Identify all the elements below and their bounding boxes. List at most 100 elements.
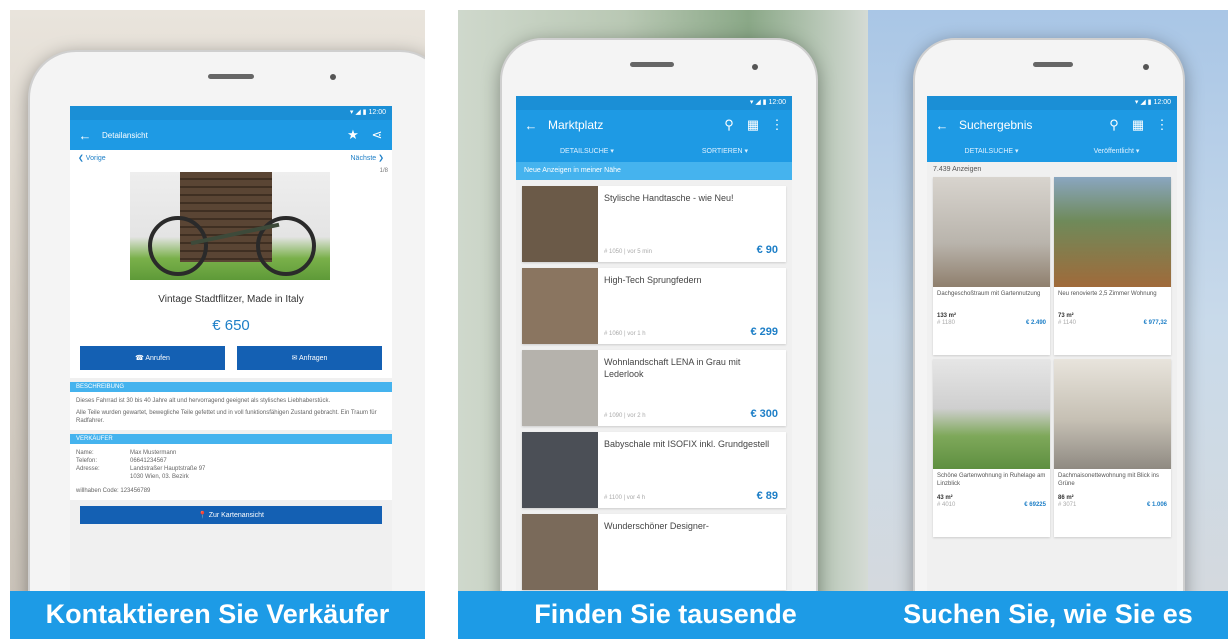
caption: Finden Sie tausende: [458, 591, 873, 639]
status-bar: ▾ ◢ ▮ 12:00: [516, 96, 792, 110]
back-arrow-icon[interactable]: ←: [935, 118, 949, 133]
tab-detail-search[interactable]: DETAILSUCHE ▾: [560, 147, 614, 155]
camera-dot: [752, 64, 758, 70]
item-title: Dachgeschoßtraum mit Gartennutzung: [937, 291, 1041, 297]
item-price: € 89: [756, 490, 778, 502]
screenshot-collage: ▾ ◢ ▮ 12:00 ← Detailansicht ★ ⋖ ❮ Vorige…: [0, 0, 1230, 639]
photo-counter: 1/8: [379, 168, 388, 174]
item-thumbnail: [1054, 359, 1171, 469]
item-price: € 90: [756, 244, 778, 256]
item-meta: # 1060 | vor 1 h: [604, 331, 646, 337]
description-paragraph: Dieses Fahrrad ist 30 bis 40 Jahre alt u…: [76, 398, 331, 404]
item-meta: # 4010: [937, 502, 956, 508]
overflow-menu-icon[interactable]: ⋮: [770, 117, 784, 133]
item-title: Neu renovierte 2,5 Zimmer Wohnung: [1058, 291, 1157, 297]
seller-value: 1030 Wien, 03. Bezirk: [130, 474, 189, 480]
item-thumbnail: [522, 186, 598, 262]
tab-detail-search[interactable]: DETAILSUCHE ▾: [965, 147, 1019, 155]
phone-device: ▾ ◢ ▮ 12:00 ← Marktplatz ⚲ ▦ ⋮ DETAILSUC…: [500, 38, 818, 639]
list-screen: ▾ ◢ ▮ 12:00 ← Marktplatz ⚲ ▦ ⋮ DETAILSUC…: [516, 96, 792, 639]
search-icon[interactable]: ⚲: [722, 117, 736, 133]
listing-price: € 650: [70, 311, 392, 344]
next-link[interactable]: Nächste ❯: [351, 154, 385, 162]
seller-info: Name: Max Mustermann Telefon: 06641234567 …: [70, 444, 392, 500]
app-toolbar: ← Detailansicht ★ ⋖: [70, 120, 392, 150]
item-price: € 1.006: [1146, 502, 1167, 508]
status-bar: ▾ ◢ ▮ 12:00: [927, 96, 1177, 110]
grid-view-icon[interactable]: ▦: [746, 117, 760, 133]
filter-tabs: DETAILSUCHE ▾ SORTIEREN ▾: [516, 140, 792, 162]
app-toolbar: ← Marktplatz ⚲ ▦ ⋮: [516, 110, 792, 140]
speaker-grille: [630, 62, 674, 67]
nearby-hint[interactable]: Neue Anzeigen in meiner Nähe: [516, 162, 792, 180]
item-price: € 300: [750, 408, 778, 420]
bicycle-wheel: [148, 216, 208, 276]
list-item[interactable]: Babyschale mit ISOFIX inkl. Grundgestell…: [522, 432, 786, 508]
grid-item[interactable]: Dachmaisonettewohnung mit Blick ins Grün…: [1054, 359, 1171, 537]
item-thumbnail: [522, 514, 598, 590]
item-thumbnail: [522, 432, 598, 508]
camera-dot: [330, 74, 336, 80]
item-title: Schöne Gartenwohnung in Ruhelage am Linz…: [937, 473, 1046, 487]
list-item[interactable]: Stylische Handtasche - wie Neu! # 1050 | …: [522, 186, 786, 262]
item-title: Babyschale mit ISOFIX inkl. Grundgestell: [604, 439, 770, 449]
back-arrow-icon[interactable]: ←: [524, 118, 538, 133]
listing-photo[interactable]: 1/8: [70, 166, 392, 286]
seller-key: Adresse:: [76, 466, 100, 472]
listing-title: Vintage Stadtflitzer, Made in Italy: [70, 286, 392, 311]
item-price: € 69225: [1024, 502, 1046, 508]
item-thumbnail: [933, 359, 1050, 469]
grid-item[interactable]: Neu renovierte 2,5 Zimmer Wohnung 73 m² …: [1054, 177, 1171, 355]
list-item[interactable]: Wohnlandschaft LENA in Grau mit Lederloo…: [522, 350, 786, 426]
tab-sort[interactable]: SORTIEREN ▾: [702, 147, 748, 155]
back-arrow-icon[interactable]: ←: [78, 128, 92, 143]
prev-next-row: ❮ Vorige Nächste ❯: [70, 150, 392, 166]
overflow-menu-icon[interactable]: ⋮: [1155, 117, 1169, 133]
panel-contact: ▾ ◢ ▮ 12:00 ← Detailansicht ★ ⋖ ❮ Vorige…: [10, 10, 425, 639]
seller-phone[interactable]: 06641234567: [130, 457, 386, 465]
description-header: BESCHREIBUNG: [70, 382, 392, 392]
prev-link[interactable]: ❮ Vorige: [78, 154, 106, 162]
caption: Kontaktieren Sie Verkäufer: [10, 591, 425, 639]
item-meta: # 1090 | vor 2 h: [604, 413, 646, 419]
listing-list: Stylische Handtasche - wie Neu! # 1050 | …: [516, 180, 792, 602]
seller-key: [76, 473, 130, 481]
description-paragraph: Alle Teile wurden gewartet, bewegliche T…: [76, 410, 377, 424]
item-thumbnail: [522, 268, 598, 344]
results-count: 7.439 Anzeigen: [933, 166, 982, 173]
search-icon[interactable]: ⚲: [1107, 117, 1121, 133]
item-title: Stylische Handtasche - wie Neu!: [604, 193, 734, 203]
grid-item[interactable]: Schöne Gartenwohnung in Ruhelage am Linz…: [933, 359, 1050, 537]
list-item[interactable]: High-Tech Sprungfedern # 1060 | vor 1 h € …: [522, 268, 786, 344]
speaker-grille: [208, 74, 254, 79]
item-meta: # 1050 | vor 5 min: [604, 249, 652, 255]
camera-dot: [1143, 64, 1149, 70]
grid-item[interactable]: Dachgeschoßtraum mit Gartennutzung 133 m…: [933, 177, 1050, 355]
speaker-grille: [1033, 62, 1073, 67]
call-button[interactable]: ☎ Anrufen: [80, 346, 225, 370]
tablet-device: ▾ ◢ ▮ 12:00 ← Detailansicht ★ ⋖ ❮ Vorige…: [28, 50, 425, 639]
tab-sort[interactable]: Veröffentlicht ▾: [1094, 147, 1140, 155]
star-icon[interactable]: ★: [346, 127, 360, 143]
list-item[interactable]: Wunderschöner Designer-: [522, 514, 786, 590]
message-button[interactable]: ✉ Anfragen: [237, 346, 382, 370]
seller-header: VERKÄUFER: [70, 434, 392, 444]
share-icon[interactable]: ⋖: [370, 127, 384, 143]
item-meta: # 3071: [1058, 502, 1077, 508]
toolbar-title: Suchergebnis: [959, 118, 1033, 132]
seller-key: Telefon:: [76, 458, 98, 464]
list-view-icon[interactable]: ▦: [1131, 117, 1145, 133]
item-title: Wunderschöner Designer-: [604, 521, 709, 531]
toolbar-title: Marktplatz: [548, 118, 604, 132]
description-text: Dieses Fahrrad ist 30 bis 40 Jahre alt u…: [70, 392, 392, 430]
item-thumbnail: [1054, 177, 1171, 287]
status-bar: ▾ ◢ ▮ 12:00: [70, 106, 392, 120]
item-meta: # 1100 | vor 4 h: [604, 495, 646, 501]
item-price: € 299: [750, 326, 778, 338]
app-toolbar: ← Suchergebnis ⚲ ▦ ⋮: [927, 110, 1177, 140]
contact-buttons: ☎ Anrufen ✉ Anfragen: [70, 344, 392, 378]
item-meta: # 1140: [1058, 320, 1076, 326]
panel-marketplace: ▾ ◢ ▮ 12:00 ← Marktplatz ⚲ ▦ ⋮ DETAILSUC…: [458, 10, 873, 639]
seller-value: Landstraßer Hauptstraße 97: [130, 466, 206, 472]
map-view-button[interactable]: 📍 Zur Kartenansicht: [80, 506, 382, 524]
